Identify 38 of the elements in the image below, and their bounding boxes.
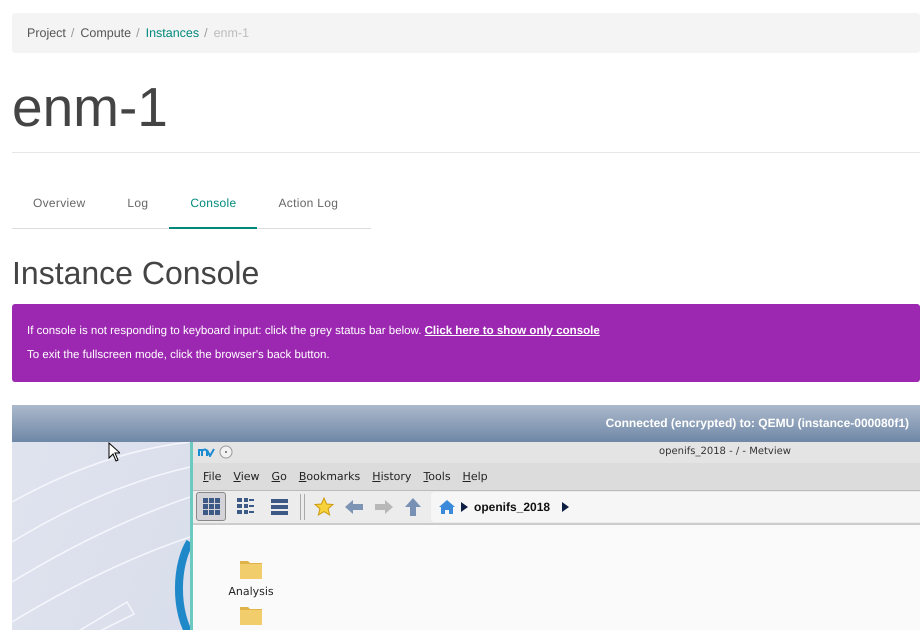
folder-label[interactable]: Analysis xyxy=(228,584,274,598)
path-segment[interactable]: openifs_2018 xyxy=(474,500,550,514)
caret-icon xyxy=(562,502,570,512)
list-view-icon xyxy=(270,498,288,515)
tab[interactable]: Log xyxy=(106,182,170,228)
up-arrow-icon[interactable] xyxy=(404,496,422,516)
menu-item[interactable]: View xyxy=(233,470,267,482)
detail-view-icon xyxy=(236,498,254,515)
grid-view-icon xyxy=(202,498,220,515)
view-mode-button[interactable] xyxy=(196,492,226,521)
tab[interactable]: Overview xyxy=(12,182,106,228)
window-title: openifs_2018 - / - Metview xyxy=(659,446,791,456)
star-icon[interactable] xyxy=(314,496,334,516)
breadcrumb-current: enm-1 xyxy=(214,26,250,40)
section-title: Instance Console xyxy=(12,254,260,292)
menu-item[interactable]: Bookmarks xyxy=(298,470,368,482)
menu-item[interactable]: Tools xyxy=(423,470,458,482)
breadcrumb-separator: / xyxy=(136,26,140,40)
alert-note: To exit the fullscreen mode, click the browser's back button. xyxy=(27,348,331,362)
menu-item[interactable]: History xyxy=(372,470,418,482)
tab[interactable]: Console xyxy=(169,182,258,228)
alert-message: If console is not responding to keyboard input: click the grey status bar below. Click here to show only console xyxy=(27,324,601,338)
menu-item[interactable]: Help xyxy=(462,470,495,482)
breadcrumb-link[interactable]: Instances xyxy=(146,26,200,40)
page-title: enm-1 xyxy=(12,77,169,138)
window-menu-button-icon[interactable] xyxy=(219,445,233,459)
mouse-pointer-icon xyxy=(108,442,120,462)
show-console-link[interactable]: Click here to show only console xyxy=(424,324,600,336)
breadcrumb-separator: / xyxy=(70,26,74,40)
app-logo-icon xyxy=(198,447,215,457)
breadcrumb-item: Project xyxy=(27,26,66,40)
home-icon[interactable] xyxy=(439,499,455,514)
tab[interactable]: Action Log xyxy=(257,182,360,228)
menu-item[interactable]: Go xyxy=(272,470,294,482)
caret-icon xyxy=(461,502,468,512)
breadcrumb-separator: / xyxy=(204,26,208,40)
breadcrumb-item: Compute xyxy=(80,26,132,40)
menu-item[interactable]: File xyxy=(203,470,228,482)
